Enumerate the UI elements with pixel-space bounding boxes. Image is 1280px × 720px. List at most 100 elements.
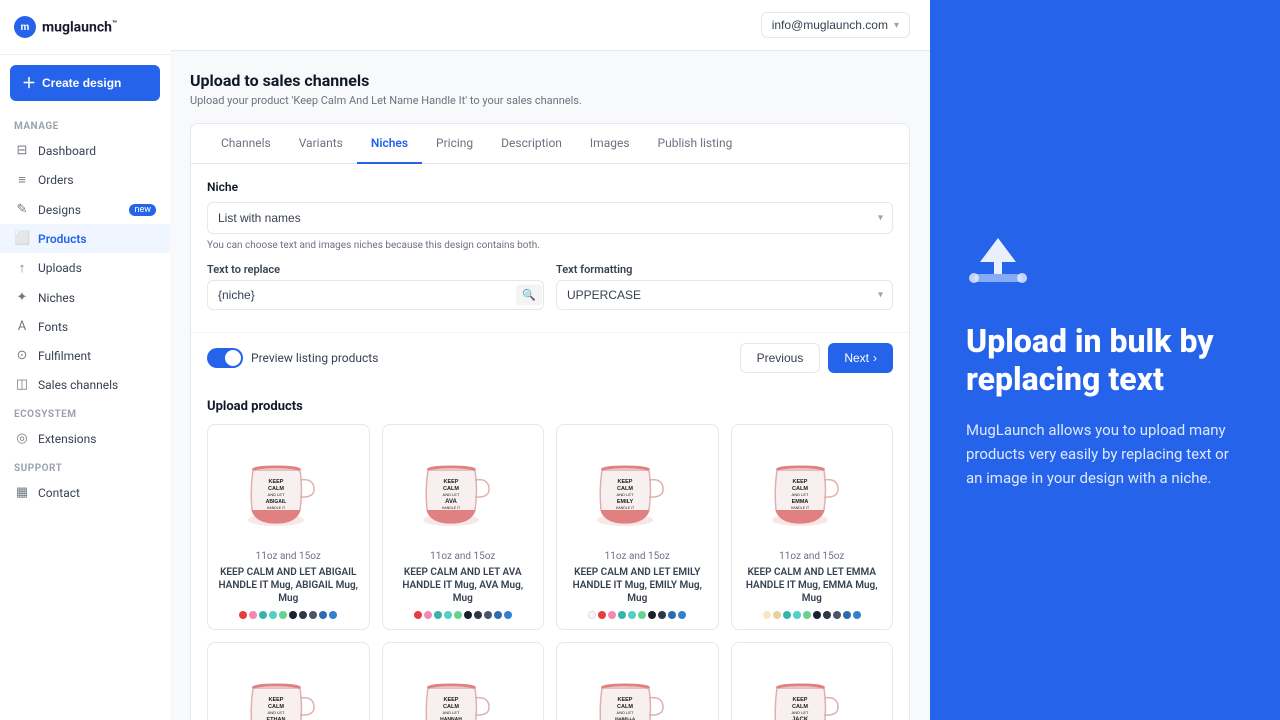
panel-body: MugLaunch allows you to upload many prod… xyxy=(966,418,1244,490)
tab-description[interactable]: Description xyxy=(487,124,576,164)
create-design-button[interactable]: ＋ Create design xyxy=(10,65,160,101)
sidebar-item-dashboard[interactable]: ⊟ Dashboard xyxy=(0,136,170,165)
fulfilment-icon: ⊙ xyxy=(14,348,30,363)
svg-text:ABIGAIL: ABIGAIL xyxy=(266,499,287,505)
tab-variants[interactable]: Variants xyxy=(285,124,357,164)
niches-icon: ✦ xyxy=(14,290,30,305)
svg-text:AND LET: AND LET xyxy=(442,710,459,715)
mug-image-hannah: KEEP CALM AND LET HANNAH HANDLE IT xyxy=(393,653,534,720)
uploads-icon: ↑ xyxy=(14,260,30,276)
text-replace-input-wrapper: 🔍 xyxy=(207,280,544,310)
svg-text:KEEP: KEEP xyxy=(618,479,633,485)
sidebar-item-uploads[interactable]: ↑ Uploads xyxy=(0,253,170,283)
svg-text:AND LET: AND LET xyxy=(791,492,808,497)
svg-text:ISABELLA: ISABELLA xyxy=(615,716,635,720)
svg-text:AND LET: AND LET xyxy=(617,492,634,497)
main-area: info@muglaunch.com ▾ Upload to sales cha… xyxy=(170,0,930,720)
svg-text:AND LET: AND LET xyxy=(791,710,808,715)
text-replace-row: Text to replace 🔍 Text formatting UPPERC… xyxy=(207,263,893,316)
product-size: 11oz and 15oz xyxy=(393,551,534,562)
svg-text:KEEP: KEEP xyxy=(443,479,458,485)
product-card-emma: KEEP CALM AND LET EMMA HANDLE IT 11oz an… xyxy=(731,424,894,630)
tab-publish[interactable]: Publish listing xyxy=(644,124,747,164)
sidebar-item-sales-channels[interactable]: ◫ Sales channels xyxy=(0,370,170,399)
mug-image-emily: KEEP CALM AND LET EMILY HANDLE IT xyxy=(567,435,708,545)
sidebar-item-orders[interactable]: ≡ Orders xyxy=(0,165,170,195)
tab-channels[interactable]: Channels xyxy=(207,124,285,164)
sidebar-item-niches[interactable]: ✦ Niches xyxy=(0,283,170,312)
mug-image-ava: KEEP CALM AND LET AVA HANDLE IT xyxy=(393,435,534,545)
svg-text:KEEP: KEEP xyxy=(618,697,633,703)
nav-buttons: Previous Next › xyxy=(740,343,893,373)
text-format-label: Text formatting xyxy=(556,263,893,276)
svg-text:AVA: AVA xyxy=(445,499,457,505)
svg-text:HANDLE IT: HANDLE IT xyxy=(616,506,635,510)
svg-text:KEEP: KEEP xyxy=(269,697,284,703)
svg-text:HANDLE IT: HANDLE IT xyxy=(791,506,810,510)
product-name: KEEP CALM AND LET ABIGAIL HANDLE IT Mug,… xyxy=(218,566,359,605)
svg-text:AND LET: AND LET xyxy=(617,710,634,715)
mug-image-abigail: KEEP CALM AND LET ABIGAIL HANDLE IT xyxy=(218,435,359,545)
sidebar-item-extensions[interactable]: ◎ Extensions xyxy=(0,424,170,453)
product-name: KEEP CALM AND LET EMILY HANDLE IT Mug, E… xyxy=(567,566,708,605)
svg-text:AND LET: AND LET xyxy=(268,492,285,497)
tab-images[interactable]: Images xyxy=(576,124,644,164)
product-size: 11oz and 15oz xyxy=(742,551,883,562)
dashboard-icon: ⊟ xyxy=(14,143,30,158)
next-button[interactable]: Next › xyxy=(828,343,893,373)
previous-button[interactable]: Previous xyxy=(740,343,821,373)
svg-text:KEEP: KEEP xyxy=(269,479,284,485)
tab-pricing[interactable]: Pricing xyxy=(422,124,487,164)
text-replace-input[interactable] xyxy=(207,280,544,310)
orders-icon: ≡ xyxy=(14,172,30,188)
search-button[interactable]: 🔍 xyxy=(516,285,542,306)
products-icon: ⬜ xyxy=(14,231,30,246)
product-card-jack: KEEP CALM AND LET JACK HANDLE IT 11oz an… xyxy=(731,642,894,720)
product-grid: KEEP CALM AND LET ABIGAIL HANDLE IT 11oz… xyxy=(191,424,909,720)
fonts-icon: A xyxy=(14,319,30,334)
format-select[interactable]: UPPERCASE Lowercase Title Case xyxy=(556,280,893,310)
preview-toggle[interactable] xyxy=(207,348,243,368)
account-email: info@muglaunch.com xyxy=(772,18,888,32)
tab-bar: Channels Variants Niches Pricing Descrip… xyxy=(191,124,909,164)
product-card-abigail: KEEP CALM AND LET ABIGAIL HANDLE IT 11oz… xyxy=(207,424,370,630)
page-subtitle: Upload your product 'Keep Calm And Let N… xyxy=(190,94,910,107)
sales-channels-icon: ◫ xyxy=(14,377,30,392)
niche-select-wrapper: List with names ▾ xyxy=(207,202,893,234)
product-size: 11oz and 15oz xyxy=(567,551,708,562)
sidebar-item-products[interactable]: ⬜ Products xyxy=(0,224,170,253)
mug-image-jack: KEEP CALM AND LET JACK HANDLE IT xyxy=(742,653,883,720)
preview-label: Preview listing products xyxy=(251,351,378,365)
svg-text:AND LET: AND LET xyxy=(442,492,459,497)
logo: m muglaunch™ xyxy=(0,0,170,55)
mug-image-isabella: KEEP CALM AND LET ISABELLA HANDLE IT xyxy=(567,653,708,720)
sidebar-item-fonts[interactable]: A Fonts xyxy=(0,312,170,341)
text-format-group: Text formatting UPPERCASE Lowercase Titl… xyxy=(556,263,893,316)
sidebar-item-designs[interactable]: ✎ Designs new xyxy=(0,195,170,224)
niche-select[interactable]: List with names xyxy=(207,202,893,234)
product-card-isabella: KEEP CALM AND LET ISABELLA HANDLE IT 11o… xyxy=(556,642,719,720)
account-button[interactable]: info@muglaunch.com ▾ xyxy=(761,12,910,38)
svg-text:KEEP: KEEP xyxy=(792,479,807,485)
svg-text:KEEP: KEEP xyxy=(443,697,458,703)
svg-text:AND LET: AND LET xyxy=(268,710,285,715)
product-card-ava: KEEP CALM AND LET AVA HANDLE IT 11oz and… xyxy=(382,424,545,630)
extensions-icon: ◎ xyxy=(14,431,30,446)
main-content: Upload to sales channels Upload your pro… xyxy=(170,51,930,720)
color-swatches xyxy=(567,611,708,619)
preview-row: Preview listing products Previous Next › xyxy=(191,332,909,385)
format-select-wrapper: UPPERCASE Lowercase Title Case ▾ xyxy=(556,280,893,310)
mug-image-ethan: KEEP CALM AND LET ETHAN HANDLE IT xyxy=(218,653,359,720)
svg-text:HANDLE IT: HANDLE IT xyxy=(267,506,286,510)
tab-niches[interactable]: Niches xyxy=(357,124,422,164)
sidebar-item-fulfilment[interactable]: ⊙ Fulfilment xyxy=(0,341,170,370)
product-card-hannah: KEEP CALM AND LET HANNAH HANDLE IT 11oz … xyxy=(382,642,545,720)
upload-icon xyxy=(966,230,1030,294)
color-swatches xyxy=(393,611,534,619)
sidebar: m muglaunch™ ＋ Create design MANAGE ⊟ Da… xyxy=(0,0,170,720)
main-header: info@muglaunch.com ▾ xyxy=(170,0,930,51)
svg-text:KEEP: KEEP xyxy=(792,697,807,703)
niche-label: Niche xyxy=(207,180,893,194)
sidebar-item-contact[interactable]: ▦ Contact xyxy=(0,478,170,507)
logo-text: muglaunch™ xyxy=(42,19,117,36)
